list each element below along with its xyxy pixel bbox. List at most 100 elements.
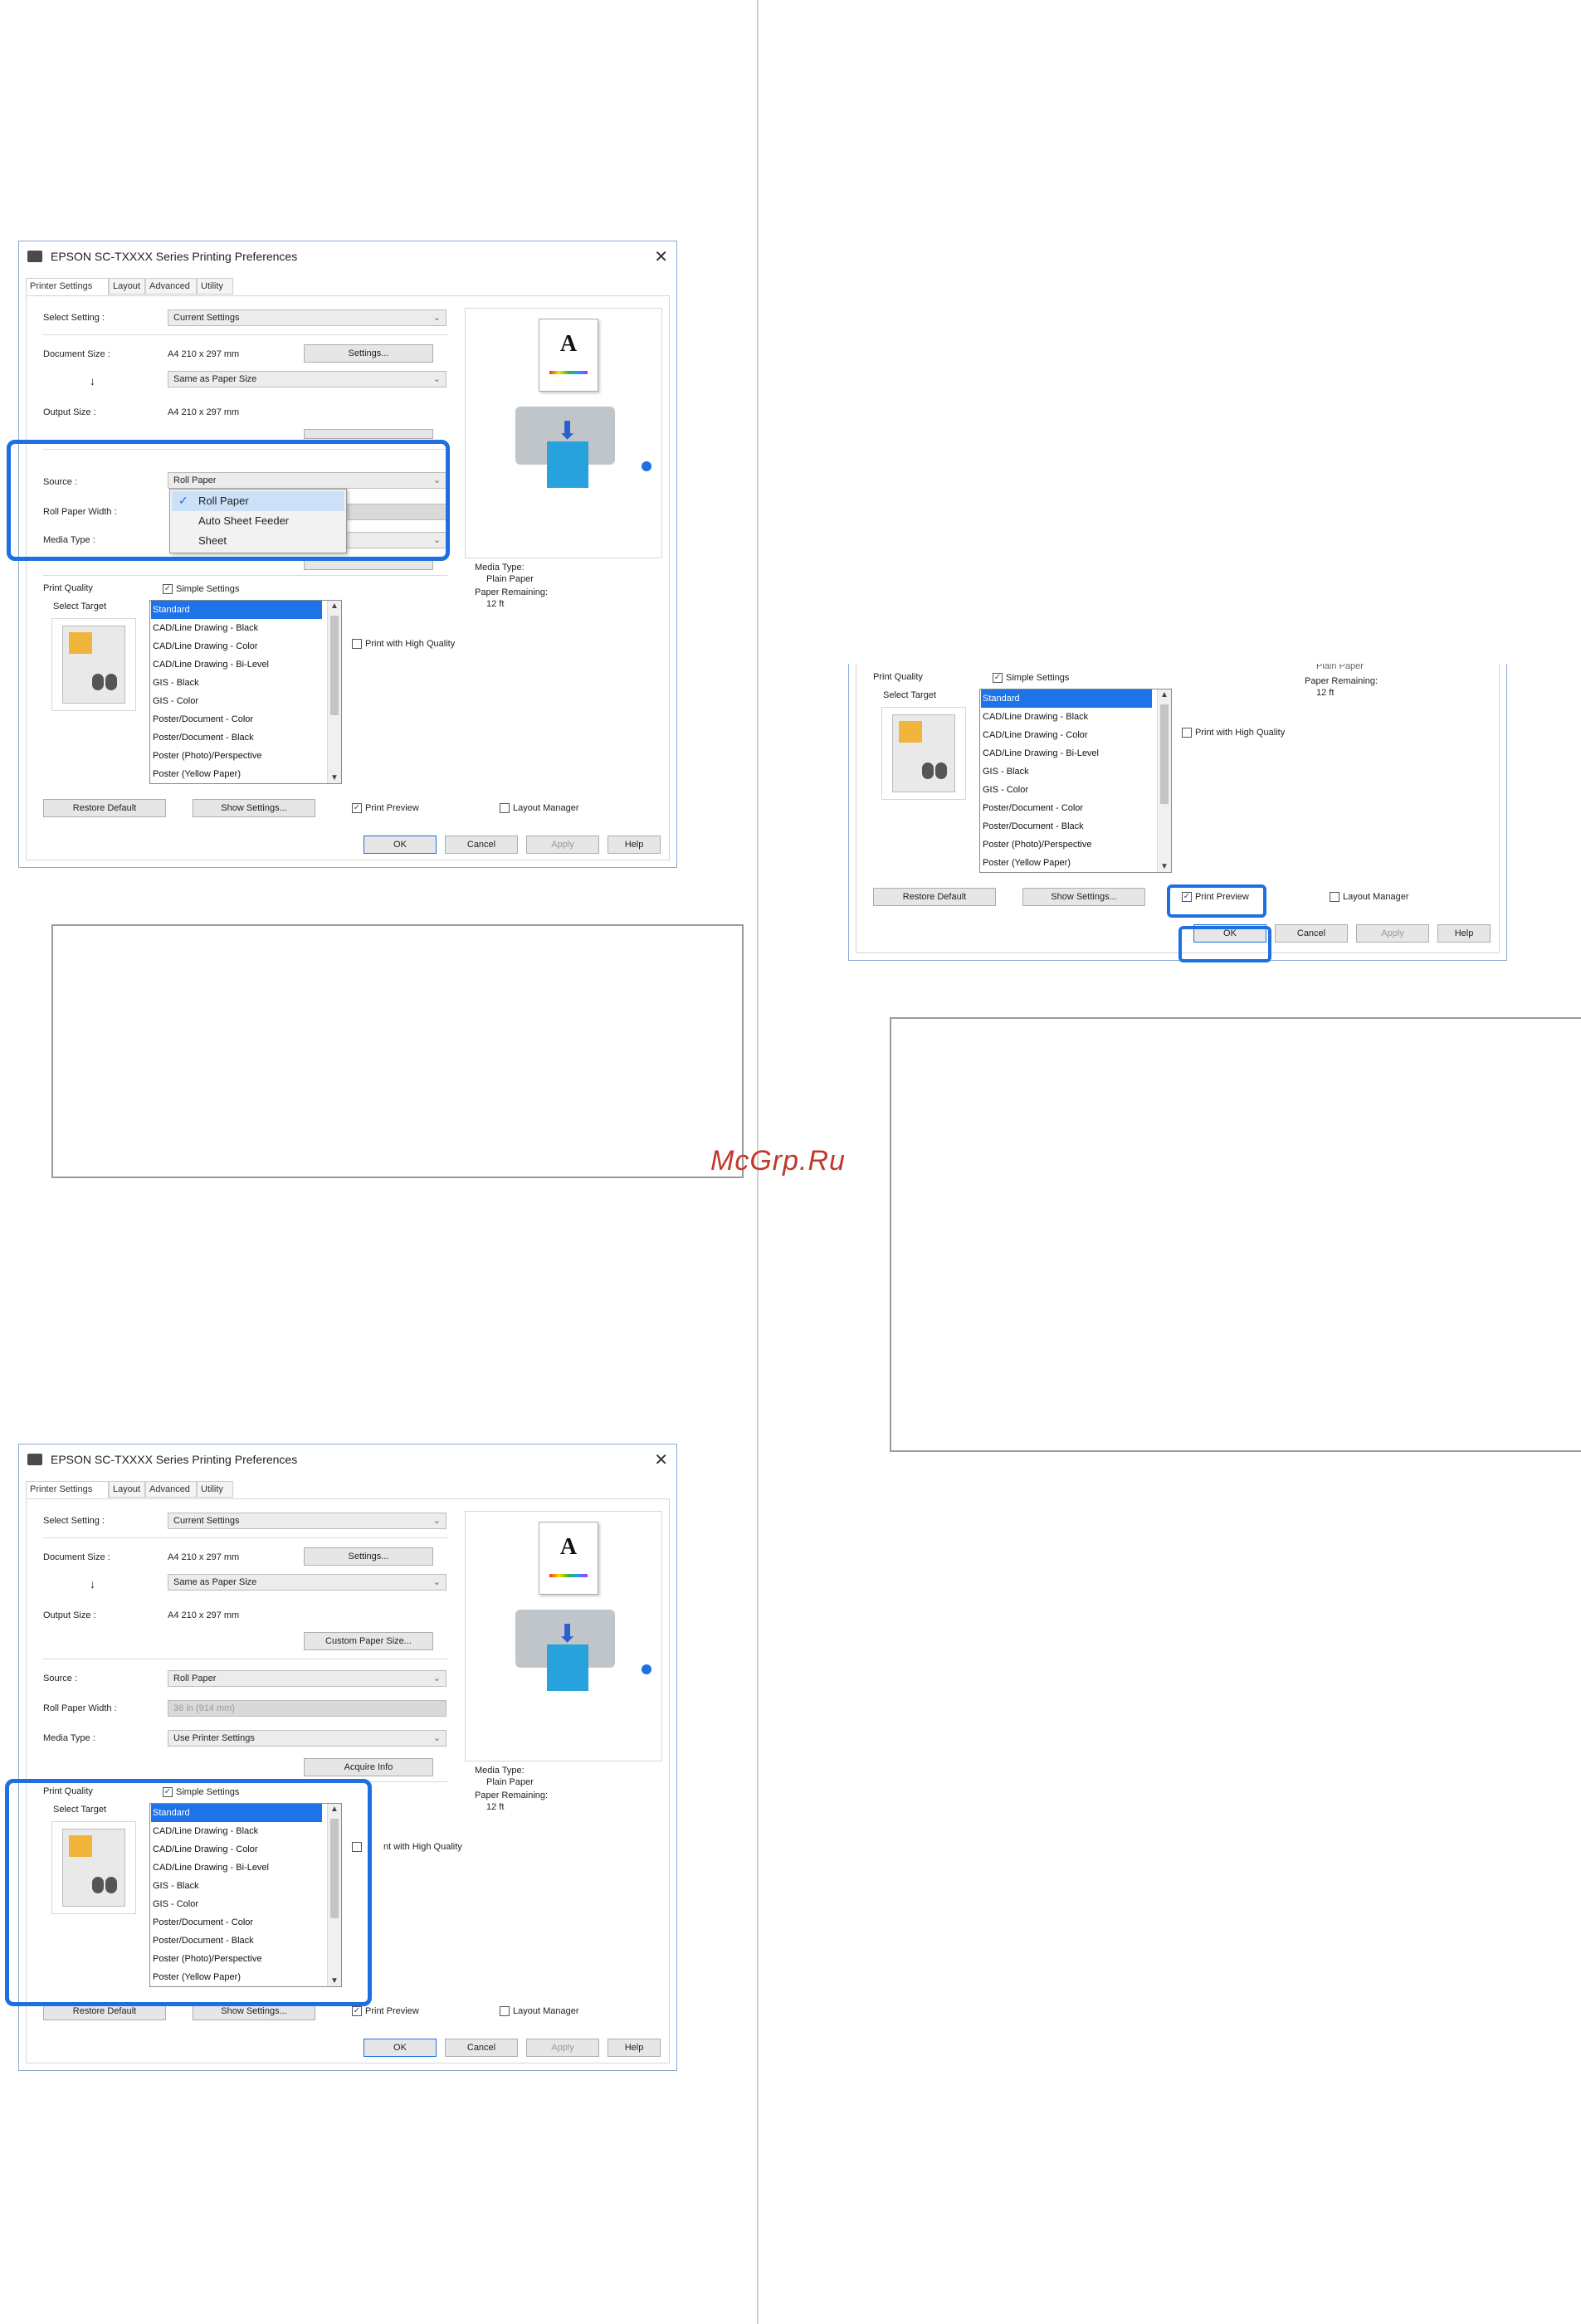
listbox-scrollbar[interactable]: ▲ ▼: [327, 601, 341, 783]
scroll-thumb[interactable]: [330, 616, 339, 715]
cancel-button[interactable]: Cancel: [445, 2039, 518, 2057]
paper-size-combo[interactable]: Same as Paper Size ⌄: [168, 371, 446, 387]
paper-remaining-label: Paper Remaining:: [475, 587, 549, 597]
list-item[interactable]: Poster/Document - Black: [153, 728, 254, 747]
list-item[interactable]: CAD/Line Drawing - Color: [983, 726, 1088, 744]
simple-settings-checkbox[interactable]: ✓: [163, 584, 173, 594]
list-item[interactable]: CAD/Line Drawing - Bi-Level: [983, 744, 1099, 762]
restore-default-button[interactable]: Restore Default: [43, 799, 166, 817]
select-setting-label: Select Setting :: [43, 1516, 105, 1526]
layout-manager-checkbox[interactable]: [500, 803, 510, 813]
list-item[interactable]: Standard: [981, 689, 1152, 708]
paper-remaining-label: Paper Remaining:: [475, 1791, 549, 1800]
acquire-info-button[interactable]: [304, 560, 433, 570]
list-item[interactable]: Poster (Yellow Paper): [983, 854, 1071, 872]
close-icon[interactable]: ✕: [654, 1449, 668, 1470]
tab-utility[interactable]: Utility: [197, 278, 233, 295]
tab-printer-settings[interactable]: Printer Settings: [26, 278, 109, 296]
target-listbox[interactable]: Standard CAD/Line Drawing - Black CAD/Li…: [979, 689, 1172, 873]
output-size-value: A4 210 x 297 mm: [168, 1610, 240, 1620]
high-quality-checkbox[interactable]: [352, 639, 362, 649]
tab-layout[interactable]: Layout: [109, 278, 145, 295]
acquire-info-button[interactable]: Acquire Info: [304, 1758, 433, 1776]
printer-icon: [27, 1454, 42, 1465]
restore-default-button[interactable]: Restore Default: [873, 888, 996, 906]
tab-advanced[interactable]: Advanced: [145, 1481, 197, 1498]
settings-button[interactable]: Settings...: [304, 1547, 433, 1566]
scroll-thumb[interactable]: [1160, 704, 1169, 804]
custom-paper-size-button[interactable]: [304, 429, 433, 439]
printer-preview: A ⬇: [465, 308, 662, 558]
print-preview-checkbox[interactable]: ✓: [352, 2006, 362, 2016]
simple-settings-label: Simple Settings: [176, 584, 240, 594]
ok-button[interactable]: OK: [364, 836, 437, 854]
list-item[interactable]: Poster/Document - Color: [153, 710, 253, 728]
custom-paper-size-button[interactable]: Custom Paper Size...: [304, 1632, 433, 1650]
tab-advanced[interactable]: Advanced: [145, 278, 197, 295]
arrow-down-icon: ⬇: [557, 1620, 578, 1648]
select-setting-label: Select Setting :: [43, 313, 105, 323]
layout-manager-checkbox[interactable]: [500, 2006, 510, 2016]
scroll-up-icon[interactable]: ▲: [330, 602, 339, 611]
scroll-down-icon[interactable]: ▼: [330, 773, 339, 782]
layout-manager-checkbox[interactable]: [1330, 892, 1339, 902]
show-settings-button[interactable]: Show Settings...: [1022, 888, 1145, 906]
apply-button[interactable]: Apply: [526, 836, 599, 854]
tab-printer-settings[interactable]: Printer Settings: [26, 1481, 109, 1499]
source-label: Source :: [43, 1674, 77, 1683]
output-size-label: Output Size :: [43, 1610, 96, 1620]
paper-remaining-value: 12 ft: [486, 599, 505, 609]
arrow-down-icon: ↓: [90, 1577, 95, 1591]
list-item[interactable]: Poster (Photo)/Perspective: [153, 747, 261, 765]
print-preview-checkbox[interactable]: ✓: [352, 803, 362, 813]
list-item[interactable]: Poster/Document - Color: [983, 799, 1083, 817]
apply-button[interactable]: Apply: [1356, 924, 1429, 943]
show-settings-button[interactable]: Show Settings...: [193, 799, 315, 817]
list-item[interactable]: GIS - Color: [983, 781, 1028, 799]
simple-settings-checkbox[interactable]: ✓: [993, 673, 1003, 683]
ok-button[interactable]: OK: [364, 2039, 437, 2057]
layout-manager-label: Layout Manager: [1343, 892, 1409, 902]
close-icon[interactable]: ✕: [654, 246, 668, 267]
list-item[interactable]: GIS - Black: [153, 674, 199, 692]
select-setting-combo[interactable]: Current Settings ⌄: [168, 1513, 446, 1529]
help-button[interactable]: Help: [1437, 924, 1491, 943]
apply-button[interactable]: Apply: [526, 2039, 599, 2057]
list-item[interactable]: CAD/Line Drawing - Black: [153, 619, 258, 637]
select-setting-combo[interactable]: Current Settings ⌄: [168, 309, 446, 326]
tab-layout[interactable]: Layout: [109, 1481, 145, 1498]
media-type-combo[interactable]: Use Printer Settings ⌄: [168, 1730, 446, 1747]
cancel-button[interactable]: Cancel: [445, 836, 518, 854]
paper-size-combo[interactable]: Same as Paper Size ⌄: [168, 1574, 446, 1591]
tab-utility[interactable]: Utility: [197, 1481, 233, 1498]
paper-remaining-value: 12 ft: [486, 1802, 505, 1812]
figure-thumbnail: [935, 762, 947, 779]
list-item[interactable]: GIS - Color: [153, 692, 198, 710]
list-item[interactable]: Poster (Photo)/Perspective: [983, 836, 1091, 854]
list-item[interactable]: Poster/Document - Black: [983, 817, 1084, 836]
color-bar: [549, 371, 588, 374]
source-combo[interactable]: Roll Paper ⌄: [168, 1670, 446, 1687]
roll-paper-width-field: 36 in (914 mm): [168, 1700, 446, 1717]
media-type-label: Media Type :: [43, 1733, 95, 1743]
output-size-label: Output Size :: [43, 407, 96, 417]
target-listbox[interactable]: Standard CAD/Line Drawing - Black CAD/Li…: [149, 600, 342, 784]
photo-thumbnail: [69, 632, 92, 654]
cancel-button[interactable]: Cancel: [1275, 924, 1348, 943]
settings-button[interactable]: Settings...: [304, 344, 433, 363]
list-item[interactable]: CAD/Line Drawing - Bi-Level: [153, 655, 269, 674]
media-info-label: Media Type:: [475, 1766, 525, 1776]
printed-output-icon: [547, 1644, 588, 1691]
high-quality-checkbox[interactable]: [1182, 728, 1192, 738]
help-button[interactable]: Help: [608, 2039, 661, 2057]
list-item[interactable]: GIS - Black: [983, 762, 1029, 781]
scroll-up-icon[interactable]: ▲: [1160, 690, 1169, 699]
list-item[interactable]: Poster (Yellow Paper): [153, 765, 241, 783]
list-item[interactable]: CAD/Line Drawing - Black: [983, 708, 1088, 726]
listbox-scrollbar[interactable]: ▲ ▼: [1157, 689, 1171, 872]
scroll-down-icon[interactable]: ▼: [1160, 862, 1169, 871]
list-item[interactable]: CAD/Line Drawing - Color: [153, 637, 258, 655]
chevron-down-icon: ⌄: [432, 313, 441, 323]
help-button[interactable]: Help: [608, 836, 661, 854]
list-item[interactable]: Standard: [151, 601, 322, 619]
